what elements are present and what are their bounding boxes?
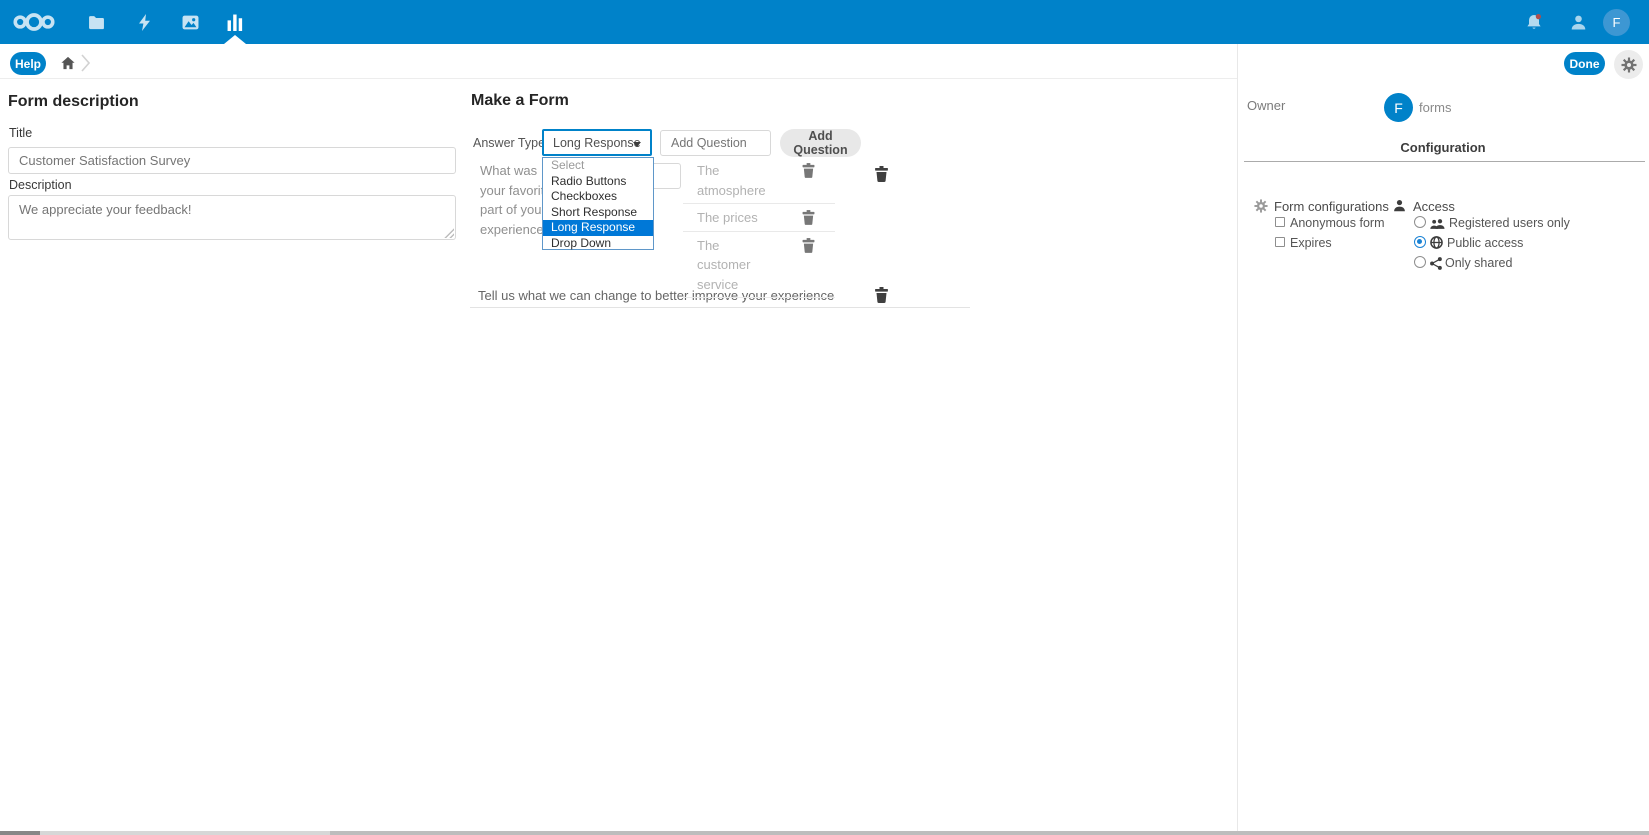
owner-avatar-initial: F (1394, 100, 1403, 116)
only-shared-label[interactable]: Only shared (1445, 256, 1512, 270)
dropdown-option-long-response[interactable]: Long Response (543, 220, 653, 236)
answer-type-select[interactable]: Long Response (542, 129, 652, 156)
photos-icon (182, 15, 199, 30)
nextcloud-logo-icon (12, 10, 56, 34)
delete-option-button[interactable] (802, 210, 815, 230)
trash-icon (802, 238, 815, 253)
public-access-label[interactable]: Public access (1447, 236, 1523, 250)
app-activity[interactable] (122, 0, 166, 44)
bell-icon (1525, 13, 1543, 32)
home-icon (61, 56, 75, 70)
anonymous-form-checkbox[interactable] (1275, 217, 1285, 227)
make-a-form-heading: Make a Form (471, 92, 569, 110)
only-shared-share-icon (1430, 257, 1442, 275)
registered-users-radio[interactable] (1414, 216, 1426, 228)
answer-type-selected-value: Long Response (553, 136, 641, 150)
delete-question-1-button[interactable] (874, 166, 889, 187)
owner-label: Owner (1247, 98, 1285, 113)
help-button[interactable]: Help (10, 52, 46, 75)
option-text: The customer service (697, 236, 775, 295)
registered-users-label[interactable]: Registered users only (1449, 216, 1570, 230)
public-access-globe-icon (1430, 236, 1443, 254)
chevron-down-icon (633, 142, 641, 147)
expires-label[interactable]: Expires (1290, 236, 1332, 250)
lightning-icon (138, 14, 151, 31)
option-row: The prices (683, 204, 835, 232)
form-description-heading: Form description (8, 93, 139, 111)
user-avatar-initial: F (1613, 15, 1621, 30)
question-1-options-list: The atmosphere The prices The customer s… (683, 157, 835, 298)
breadcrumb-chevron-icon (81, 54, 90, 77)
dropdown-option-short-response[interactable]: Short Response (543, 205, 653, 221)
dropdown-option-checkboxes[interactable]: Checkboxes (543, 189, 653, 205)
form-configurations-heading: Form configurations (1274, 199, 1389, 214)
app-photos[interactable] (168, 0, 212, 44)
only-shared-radio[interactable] (1414, 256, 1426, 268)
horizontal-scrollbar-thumb[interactable] (0, 831, 40, 835)
option-row: The atmosphere (683, 157, 835, 204)
delete-question-2-button[interactable] (874, 287, 889, 308)
registered-users-icon (1430, 217, 1445, 235)
owner-avatar: F (1384, 93, 1413, 122)
toolbar-divider (0, 78, 1237, 79)
configuration-divider (1244, 161, 1645, 162)
window-scrollbar[interactable] (330, 831, 1649, 835)
configuration-heading: Configuration (1237, 140, 1649, 155)
trash-icon (802, 210, 815, 225)
delete-option-button[interactable] (802, 238, 815, 258)
sidebar-divider (1237, 44, 1238, 835)
settings-button[interactable] (1614, 50, 1643, 79)
gear-icon (1621, 57, 1637, 73)
horizontal-scrollbar-track[interactable] (40, 831, 330, 835)
active-app-indicator (224, 35, 246, 44)
user-avatar[interactable]: F (1603, 9, 1630, 36)
owner-name: forms (1419, 100, 1452, 115)
anonymous-form-label[interactable]: Anonymous form (1290, 216, 1384, 230)
form-description-textarea[interactable]: We appreciate your feedback! (8, 195, 456, 240)
add-question-input[interactable] (660, 130, 771, 156)
title-label: Title (9, 126, 32, 140)
app-files[interactable] (74, 0, 118, 44)
access-heading: Access (1413, 199, 1455, 214)
notifications-button[interactable] (1514, 0, 1554, 44)
breadcrumb-home[interactable] (61, 56, 75, 75)
done-button[interactable]: Done (1564, 52, 1605, 75)
bar-chart-icon (227, 14, 243, 31)
contacts-person-icon (1570, 14, 1587, 31)
expires-checkbox[interactable] (1275, 237, 1285, 247)
trash-icon (874, 287, 889, 303)
top-header-bar: F (0, 0, 1649, 44)
form-title-input[interactable] (8, 147, 456, 174)
option-text: The prices (697, 208, 775, 228)
access-person-icon (1393, 199, 1406, 217)
trash-icon (874, 166, 889, 182)
toolbar (0, 44, 1649, 79)
trash-icon (802, 163, 815, 178)
answer-type-label: Answer Type: (473, 136, 549, 150)
option-row: The customer service (683, 232, 835, 299)
public-access-radio[interactable] (1414, 236, 1426, 248)
add-question-button[interactable]: Add Question (780, 129, 861, 157)
contacts-button[interactable] (1558, 0, 1598, 44)
question-2-divider (470, 307, 970, 308)
folder-icon (88, 15, 105, 30)
nextcloud-logo[interactable] (12, 0, 56, 44)
dropdown-option-select[interactable]: Select (543, 158, 653, 174)
form-configurations-gear-icon (1254, 199, 1268, 218)
dropdown-option-drop-down[interactable]: Drop Down (543, 236, 653, 252)
delete-option-button[interactable] (802, 163, 815, 183)
answer-type-dropdown: Select Radio Buttons Checkboxes Short Re… (542, 157, 654, 250)
option-text: The atmosphere (697, 161, 775, 200)
dropdown-option-radio-buttons[interactable]: Radio Buttons (543, 174, 653, 190)
description-label: Description (9, 178, 72, 192)
